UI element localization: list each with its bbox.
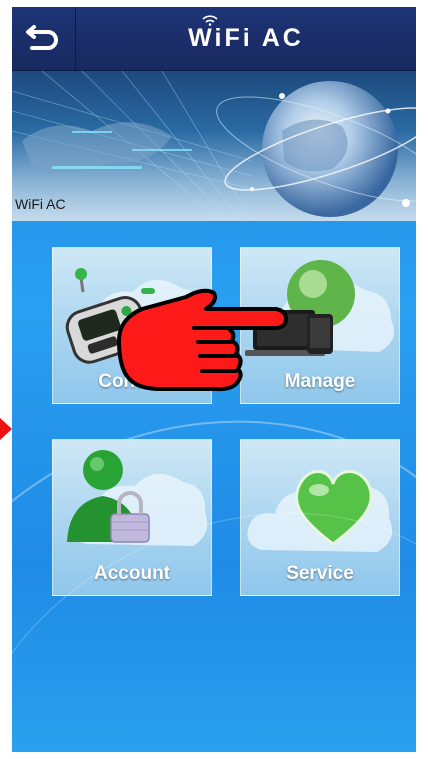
banner-carousel[interactable]: WiFi AC	[12, 71, 416, 221]
title-text: WiFi AC	[188, 24, 304, 52]
back-button[interactable]	[12, 7, 76, 70]
world-globe-network-image	[12, 71, 416, 221]
wifi-icon	[202, 15, 218, 26]
account-label: Account	[94, 563, 170, 584]
app-header: WiFi AC	[12, 7, 416, 71]
service-label: Service	[286, 563, 354, 584]
app-screen: WiFi AC WiFi AC Manage Account Service	[12, 7, 416, 752]
account-tile[interactable]: Account	[52, 439, 212, 596]
red-arrow-icon	[0, 418, 12, 440]
banner-caption: WiFi AC	[15, 196, 66, 212]
page-title: WiFi AC	[76, 7, 416, 70]
carousel-indicator-dot[interactable]	[402, 199, 410, 207]
back-arrow-icon	[26, 25, 58, 50]
service-tile[interactable]: Service	[240, 439, 400, 596]
pointing-hand-icon	[117, 288, 288, 392]
